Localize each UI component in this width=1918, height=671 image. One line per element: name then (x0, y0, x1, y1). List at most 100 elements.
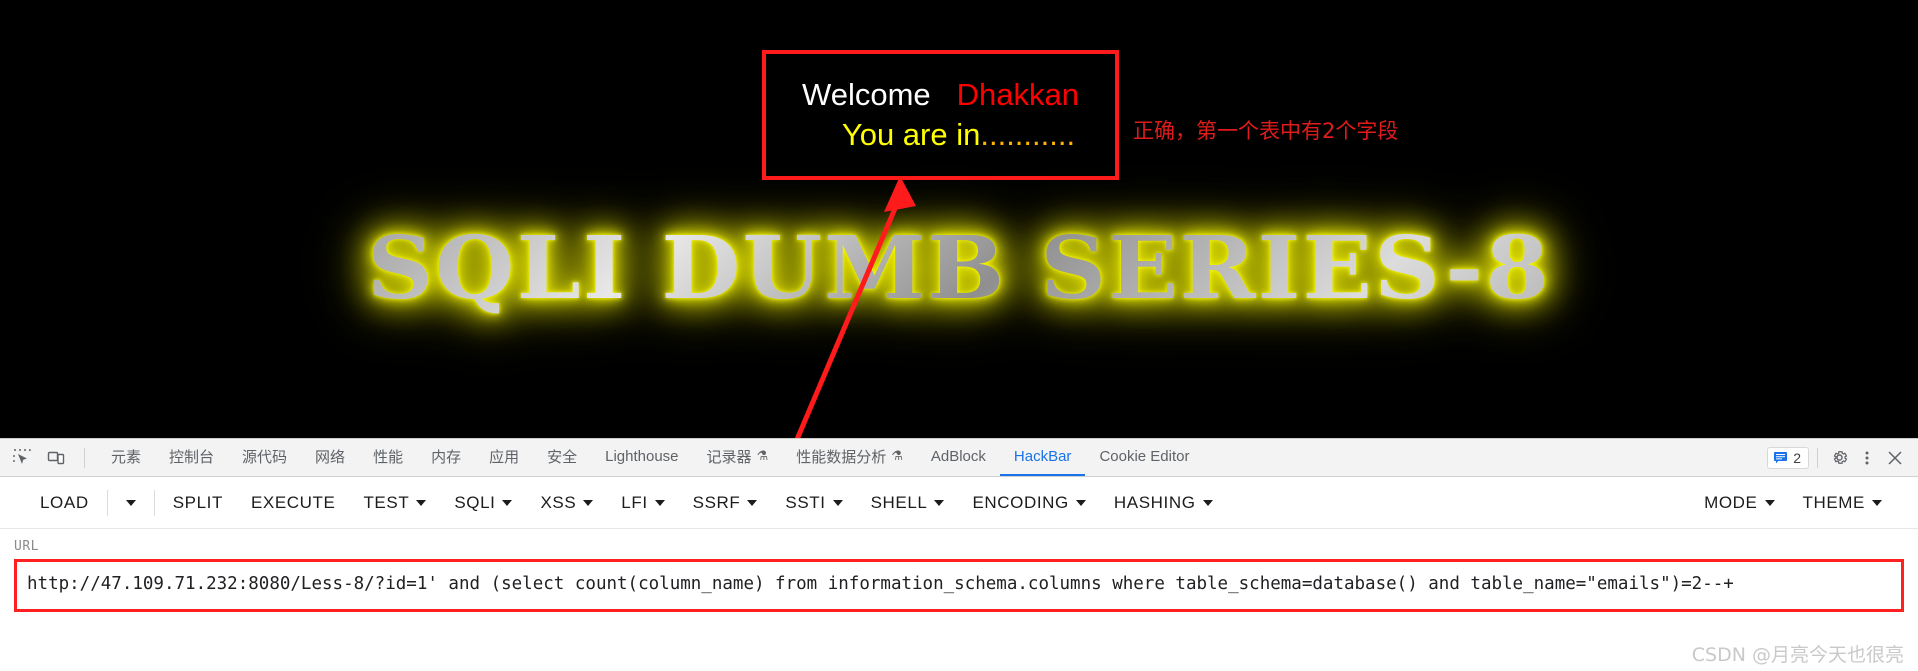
chevron-down-icon (416, 499, 427, 506)
user-label: Dhakkan (956, 77, 1079, 112)
url-section: URL http://47.109.71.232:8080/Less-8/?id… (0, 529, 1918, 612)
button-label: ENCODING (972, 492, 1069, 512)
right-divider (1817, 447, 1818, 468)
chevron-down-icon (583, 499, 594, 506)
tab-lighthouse[interactable]: Lighthouse (591, 439, 692, 476)
load-button[interactable]: LOAD (26, 487, 103, 519)
sqli-button[interactable]: SQLI (440, 487, 526, 519)
button-label: THEME (1802, 492, 1865, 512)
message-count-badge[interactable]: 2 (1767, 446, 1809, 469)
button-label: SPLIT (172, 492, 223, 512)
welcome-label: Welcome (802, 77, 931, 112)
chevron-down-icon (1764, 499, 1775, 506)
inspect-element-icon[interactable] (10, 446, 34, 470)
chevron-down-icon (1872, 499, 1882, 506)
button-label: SSRF (692, 492, 741, 512)
device-toolbar-icon[interactable] (44, 446, 68, 470)
devtools-right-icons: 2 (1767, 439, 1918, 476)
url-input[interactable]: http://47.109.71.232:8080/Less-8/?id=1' … (27, 569, 1891, 600)
theme-button[interactable]: THEME (1789, 487, 1897, 519)
xss-button[interactable]: XSS (526, 487, 607, 519)
url-field-label: URL (14, 539, 39, 554)
devtools-tabbar: 元素 控制台 源代码 网络 性能 内存 应用 安全 Lighthouse 记录器… (0, 439, 1918, 477)
result-welcome-line: Welcome Dhakkan (802, 75, 1079, 115)
tab-label: Lighthouse (605, 448, 679, 465)
chevron-down-icon (125, 499, 136, 506)
tab-label: HackBar (1013, 448, 1072, 465)
browser-page-content: Welcome Dhakkan You are in........... 正确，… (0, 0, 1918, 438)
tab-recorder[interactable]: 记录器 ⚗ (693, 439, 783, 476)
test-button[interactable]: TEST (349, 487, 440, 519)
button-label: LFI (621, 492, 648, 512)
tab-performance-insights[interactable]: 性能数据分析 ⚗ (782, 439, 917, 476)
toolbar-divider (84, 447, 85, 468)
tab-label: 内存 (431, 448, 462, 466)
lfi-button[interactable]: LFI (607, 487, 678, 519)
tab-label: 元素 (111, 448, 142, 466)
url-input-box[interactable]: http://47.109.71.232:8080/Less-8/?id=1' … (14, 559, 1904, 612)
button-label: XSS (540, 492, 577, 512)
status-label: You are in (841, 117, 981, 152)
tab-hackbar[interactable]: HackBar (999, 439, 1086, 476)
chevron-down-icon (654, 499, 665, 506)
sqli-result-box: Welcome Dhakkan You are in........... (762, 50, 1119, 180)
devtools-left-icons (0, 439, 97, 476)
hackbar-toolbar: LOAD SPLIT EXECUTE TEST SQLI XSS LFI SSR… (0, 477, 1918, 529)
toolbar-divider (106, 489, 108, 516)
split-button[interactable]: SPLIT (159, 487, 237, 519)
tab-network[interactable]: 网络 (301, 439, 359, 476)
tab-label: 性能数据分析 (796, 448, 887, 466)
tab-label: 安全 (547, 448, 578, 466)
chevron-down-icon (934, 499, 945, 506)
message-icon (1774, 452, 1788, 464)
tab-performance[interactable]: 性能 (359, 439, 417, 476)
button-label: SSTI (785, 492, 826, 512)
devtools-tab-list: 元素 控制台 源代码 网络 性能 内存 应用 安全 Lighthouse 记录器… (97, 439, 1203, 476)
page-title: SQLI DUMB SERIES-8 (0, 218, 1918, 319)
button-label: SQLI (454, 492, 496, 512)
encoding-button[interactable]: ENCODING (958, 487, 1099, 519)
shell-button[interactable]: SHELL (857, 487, 959, 519)
tab-sources[interactable]: 源代码 (228, 439, 301, 476)
tab-label: 应用 (489, 448, 520, 466)
status-dots: ........... (980, 117, 1076, 152)
tab-label: 性能 (373, 448, 404, 466)
tab-label: Cookie Editor (1099, 448, 1190, 465)
tab-console[interactable]: 控制台 (155, 439, 228, 476)
tab-cookie-editor[interactable]: Cookie Editor (1085, 439, 1203, 476)
chevron-down-icon (747, 499, 758, 506)
devtools-panel: 元素 控制台 源代码 网络 性能 内存 应用 安全 Lighthouse 记录器… (0, 438, 1918, 671)
tab-elements[interactable]: 元素 (97, 439, 155, 476)
annotation-note: 正确，第一个表中有2个字段 (1133, 119, 1399, 143)
tab-label: AdBlock (930, 448, 986, 465)
tab-label: 网络 (315, 448, 346, 466)
close-devtools-icon[interactable] (1882, 445, 1908, 471)
ssrf-button[interactable]: SSRF (679, 487, 772, 519)
button-label: HASHING (1113, 492, 1196, 512)
chevron-down-icon (1202, 499, 1213, 506)
load-dropdown-button[interactable] (112, 494, 150, 512)
experiment-flask-icon: ⚗ (756, 449, 769, 464)
tab-application[interactable]: 应用 (475, 439, 533, 476)
tab-adblock[interactable]: AdBlock (917, 439, 1000, 476)
watermark: CSDN @月亮今天也很亮 (1691, 644, 1904, 666)
mode-button[interactable]: MODE (1690, 487, 1788, 519)
execute-button[interactable]: EXECUTE (237, 487, 350, 519)
screenshot-root: Welcome Dhakkan You are in........... 正确，… (0, 0, 1918, 671)
button-label: SHELL (870, 492, 928, 512)
tab-label: 源代码 (242, 448, 288, 466)
chevron-down-icon (502, 499, 513, 506)
experiment-flask-icon: ⚗ (891, 449, 903, 464)
result-status-line: You are in........... (806, 115, 1075, 155)
button-label: LOAD (40, 492, 89, 512)
chevron-down-icon (832, 499, 843, 506)
chevron-down-icon (1075, 499, 1086, 506)
more-options-icon[interactable] (1854, 445, 1880, 471)
settings-gear-icon[interactable] (1826, 445, 1852, 471)
ssti-button[interactable]: SSTI (771, 487, 856, 519)
toolbar-divider (153, 489, 155, 516)
tab-memory[interactable]: 内存 (417, 439, 475, 476)
button-label: MODE (1704, 492, 1758, 512)
tab-security[interactable]: 安全 (533, 439, 591, 476)
hashing-button[interactable]: HASHING (1100, 487, 1227, 519)
